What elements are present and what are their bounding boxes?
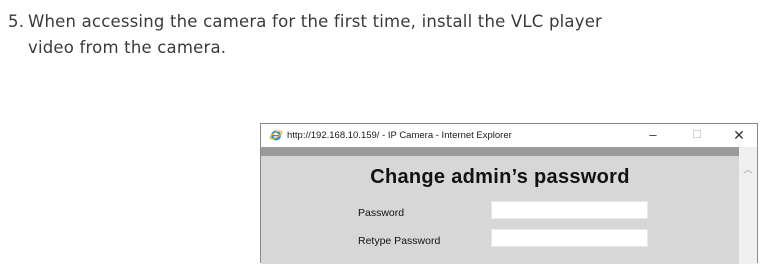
- instruction-step: 5. When accessing the camera for the firs…: [8, 9, 764, 61]
- page-content: Change admin’s password Password Retype …: [261, 156, 739, 264]
- window-title: http://192.168.10.159/ - IP Camera - Int…: [287, 130, 512, 141]
- retype-password-label: Retype Password: [358, 235, 441, 247]
- step-number: 5.: [8, 12, 25, 31]
- page-top-bar: [261, 147, 739, 156]
- close-button[interactable]: ✕: [727, 127, 751, 143]
- retype-password-input[interactable]: [491, 229, 648, 247]
- internet-explorer-icon: [269, 130, 283, 141]
- instruction-line-2: video from the camera.: [28, 38, 227, 57]
- scroll-up-arrow-icon[interactable]: ︿: [743, 161, 753, 176]
- password-label: Password: [358, 207, 405, 219]
- vertical-scrollbar[interactable]: ︿: [739, 147, 757, 264]
- maximize-button[interactable]: ☐: [685, 127, 709, 143]
- page-title: Change admin’s password: [370, 166, 630, 188]
- password-input[interactable]: [491, 201, 648, 219]
- title-bar[interactable]: http://192.168.10.159/ - IP Camera - Int…: [261, 124, 757, 147]
- browser-window: http://192.168.10.159/ - IP Camera - Int…: [260, 123, 758, 264]
- minimize-button[interactable]: –: [641, 127, 665, 143]
- instruction-line-1: When accessing the camera for the first …: [28, 12, 603, 31]
